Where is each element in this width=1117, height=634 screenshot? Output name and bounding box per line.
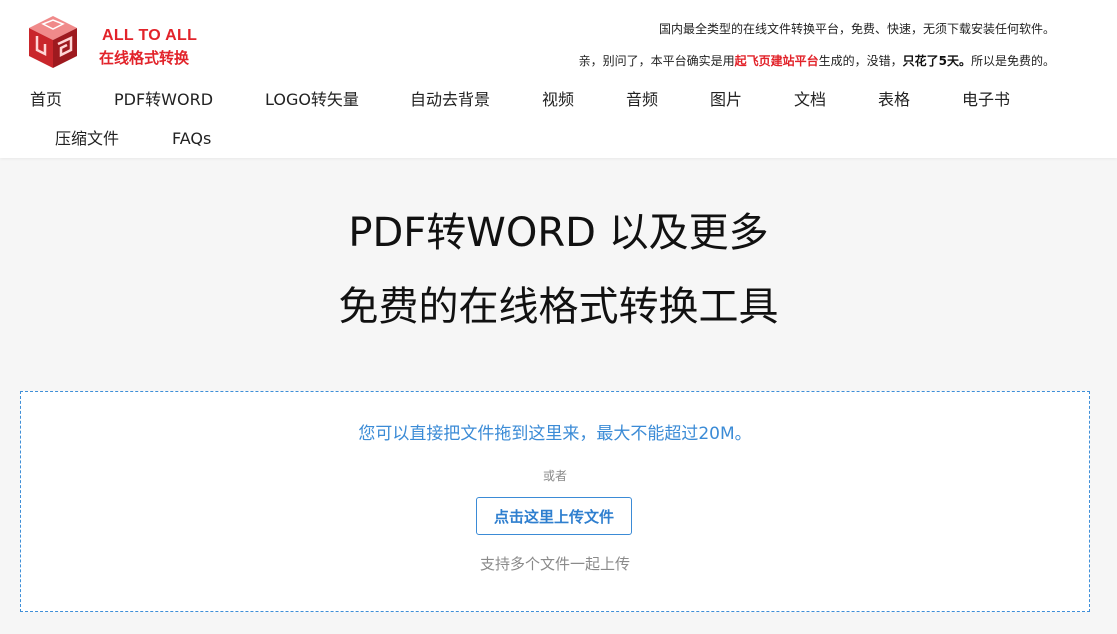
drop-hint-text: 您可以直接把文件拖到这里来，最大不能超过20M。: [358, 424, 752, 444]
multi-upload-note: 支持多个文件一起上传: [479, 555, 630, 573]
site-header: ALL TO ALL 在线格式转换 国内最全类型的在线文件转换平台，免费、快速，…: [0, 0, 1117, 158]
brand-name-cn[interactable]: 在线格式转换: [99, 47, 189, 68]
nav-item-ebook[interactable]: 电子书: [962, 90, 1010, 110]
nav-item-faqs[interactable]: FAQs: [172, 129, 211, 149]
cube-logo-icon[interactable]: [27, 14, 79, 70]
notice-middle: 生成的，没错，: [818, 54, 903, 68]
or-divider-text: 或者: [542, 469, 567, 483]
nav-item-spreadsheet[interactable]: 表格: [878, 90, 910, 110]
header-notice: 亲，别问了，本平台确实是用起飞页建站平台生成的，没错，只花了5天。所以是免费的。: [579, 52, 1055, 69]
brand-name-en[interactable]: ALL TO ALL: [102, 27, 197, 45]
notice-bold: 只花了5天。: [902, 54, 971, 68]
upload-file-button[interactable]: 点击这里上传文件: [476, 497, 632, 535]
notice-suffix: 所以是免费的。: [970, 54, 1055, 68]
nav-item-logo-to-vector[interactable]: LOGO转矢量: [265, 90, 359, 110]
header-tagline: 国内最全类型的在线文件转换平台，免费、快速，无须下载安装任何软件。: [658, 22, 1055, 36]
file-drop-zone[interactable]: 您可以直接把文件拖到这里来，最大不能超过20M。 或者 点击这里上传文件 支持多…: [20, 391, 1090, 612]
nav-item-document[interactable]: 文档: [794, 90, 826, 110]
nav-item-image[interactable]: 图片: [710, 90, 742, 110]
hero-subtitle: 免费的在线格式转换工具: [338, 284, 779, 330]
nav-item-archive[interactable]: 压缩文件: [55, 129, 119, 149]
nav-item-video[interactable]: 视频: [542, 90, 574, 110]
nav-item-pdf-to-word[interactable]: PDF转WORD: [114, 90, 213, 110]
nav-item-audio[interactable]: 音频: [626, 90, 658, 110]
nav-item-home[interactable]: 首页: [30, 90, 62, 110]
nav-item-remove-background[interactable]: 自动去背景: [410, 90, 490, 110]
notice-prefix: 亲，别问了，本平台确实是用: [578, 54, 735, 68]
builder-link[interactable]: 起飞页建站平台: [735, 54, 819, 68]
hero-title: PDF转WORD 以及更多: [348, 210, 769, 256]
